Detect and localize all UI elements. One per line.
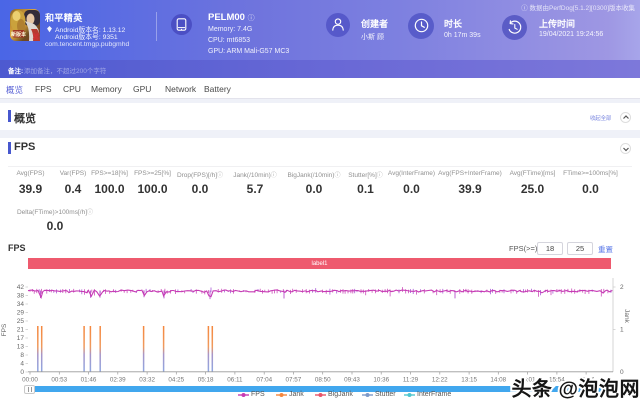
svg-text:头条 @泡泡网: 头条 @泡泡网 — [511, 377, 640, 401]
